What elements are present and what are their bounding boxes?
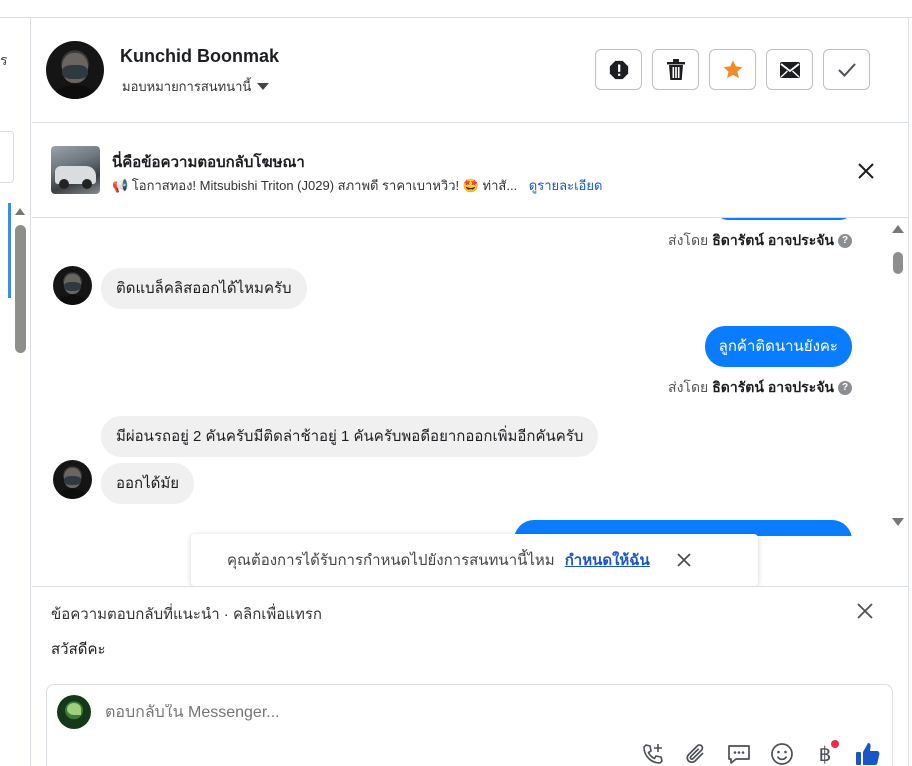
spam-icon <box>609 60 628 79</box>
info-icon[interactable]: ? <box>838 381 852 395</box>
sender-name: ธิดารัตน์ อาจประจัน <box>712 232 834 248</box>
suggested-reply-item[interactable]: สวัสดีคะ <box>51 637 106 661</box>
conversation-header: Kunchid Boonmak มอบหมายการสนทนานี้ <box>32 18 908 123</box>
attach-button[interactable] <box>682 740 710 766</box>
right-divider <box>908 18 909 766</box>
assign-prompt-text: คุณต้องการได้รับการกำหนดไปยังการสนทนานี้… <box>227 552 555 569</box>
sender-name: ธิดารัตน์ อาจประจัน <box>712 379 834 395</box>
mail-icon <box>779 61 800 78</box>
assign-to-me-link[interactable]: กำหนดให้ฉัน <box>565 548 650 572</box>
ad-description-text: 📢 โอกาสทอง! Mitsubishi Triton (J029) สภา… <box>112 178 518 193</box>
suggested-replies-heading: ข้อความตอบกลับที่แนะนำ · คลิกเพื่อแทรก <box>51 606 322 623</box>
assign-prompt-toast: คุณต้องการได้รับการกำหนดไปยังการสนทนานี้… <box>191 534 758 586</box>
sent-by-prefix: ส่งโดย <box>668 232 709 248</box>
sent-by-prefix: ส่งโดย <box>668 379 709 395</box>
saved-reply-icon <box>728 745 750 764</box>
page-avatar <box>57 695 91 729</box>
call-add-icon <box>643 744 663 764</box>
payment-button[interactable]: ฿ <box>811 740 839 766</box>
close-icon[interactable] <box>676 552 692 568</box>
ad-details-link[interactable]: ดูรายละเอียด <box>529 178 603 193</box>
emoji-icon <box>771 743 793 765</box>
call-button[interactable] <box>639 740 667 766</box>
message-bubble-incoming[interactable]: ออกได้มัย <box>101 463 195 504</box>
list-search-box[interactable] <box>0 131 14 183</box>
scroll-down-arrow[interactable] <box>892 518 904 526</box>
contact-avatar-small[interactable] <box>53 460 92 499</box>
list-scrollbar-thumb[interactable] <box>15 225 26 353</box>
message-bubble-incoming[interactable]: ติดแบล็คลิสออกได้ไหมครับ <box>101 268 307 309</box>
ad-thumbnail[interactable] <box>51 146 100 194</box>
list-scroll-up-arrow[interactable] <box>15 208 25 215</box>
scroll-up-arrow[interactable] <box>892 225 904 233</box>
trash-icon <box>666 58 685 80</box>
info-icon[interactable]: ? <box>838 234 852 248</box>
thread-scrollbar[interactable] <box>888 218 908 536</box>
ad-reply-description: 📢 โอกาสทอง! Mitsubishi Triton (J029) สภา… <box>112 175 602 196</box>
message-bubble-partial <box>716 218 852 220</box>
like-button[interactable] <box>854 740 882 766</box>
like-icon <box>856 743 880 765</box>
message-thread: ส่งโดย ธิดารัตน์ อาจประจัน ? ติดแบล็คลิส… <box>32 218 908 536</box>
list-text-fragment: ร <box>0 52 8 68</box>
mark-unread-button[interactable] <box>766 49 813 90</box>
close-icon[interactable] <box>856 602 874 620</box>
ad-reply-banner: นี่คือข้อความตอบกลับโฆษณา 📢 โอกาสทอง! Mi… <box>32 124 908 218</box>
delete-button[interactable] <box>652 49 699 90</box>
star-button[interactable] <box>709 49 756 90</box>
saved-replies-button[interactable] <box>725 740 753 766</box>
close-icon[interactable] <box>856 161 876 181</box>
mark-done-button[interactable] <box>823 49 870 90</box>
attachment-icon <box>686 744 704 764</box>
header-actions <box>595 49 870 90</box>
sent-by-label: ส่งโดย ธิดารัตน์ อาจประจัน ? <box>668 377 852 399</box>
star-icon <box>723 59 742 78</box>
contact-avatar-small[interactable] <box>53 266 92 305</box>
payment-icon: ฿ <box>818 743 832 766</box>
emoji-button[interactable] <box>768 740 796 766</box>
reply-composer: ฿ <box>46 684 893 766</box>
composer-tools: ฿ <box>639 740 882 766</box>
check-icon <box>837 62 856 77</box>
assign-conversation-dropdown[interactable]: มอบหมายการสนทนานี้ <box>122 76 270 97</box>
sent-by-label: ส่งโดย ธิดารัตน์ อาจประจัน ? <box>668 230 852 252</box>
selected-conversation-indicator <box>8 203 11 298</box>
contact-name[interactable]: Kunchid Boonmak <box>120 46 279 67</box>
mark-spam-button[interactable] <box>595 49 642 90</box>
ad-reply-title: นี่คือข้อความตอบกลับโฆษณา <box>112 154 305 171</box>
contact-avatar[interactable] <box>46 41 104 99</box>
message-bubble-incoming[interactable]: มีผ่อนรถอยู่ 2 คันครับมีติดล่าช้าอยู่ 1 … <box>101 416 599 457</box>
reply-input[interactable] <box>105 704 605 722</box>
inbox-conversation-view: ร Kunchid Boonmak มอบหมายการสนทนานี้ นี่… <box>0 0 912 766</box>
assign-label: มอบหมายการสนทนานี้ <box>122 79 252 94</box>
suggested-replies-panel: ข้อความตอบกลับที่แนะนำ · คลิกเพื่อแทรก ส… <box>32 586 908 686</box>
notification-dot <box>831 740 839 748</box>
scrollbar-thumb[interactable] <box>893 252 903 274</box>
message-bubble-outgoing[interactable]: ลูกค้าติดนานยังคะ <box>704 326 852 367</box>
chevron-down-icon <box>257 83 270 90</box>
conversation-list-strip: ร <box>0 18 31 766</box>
